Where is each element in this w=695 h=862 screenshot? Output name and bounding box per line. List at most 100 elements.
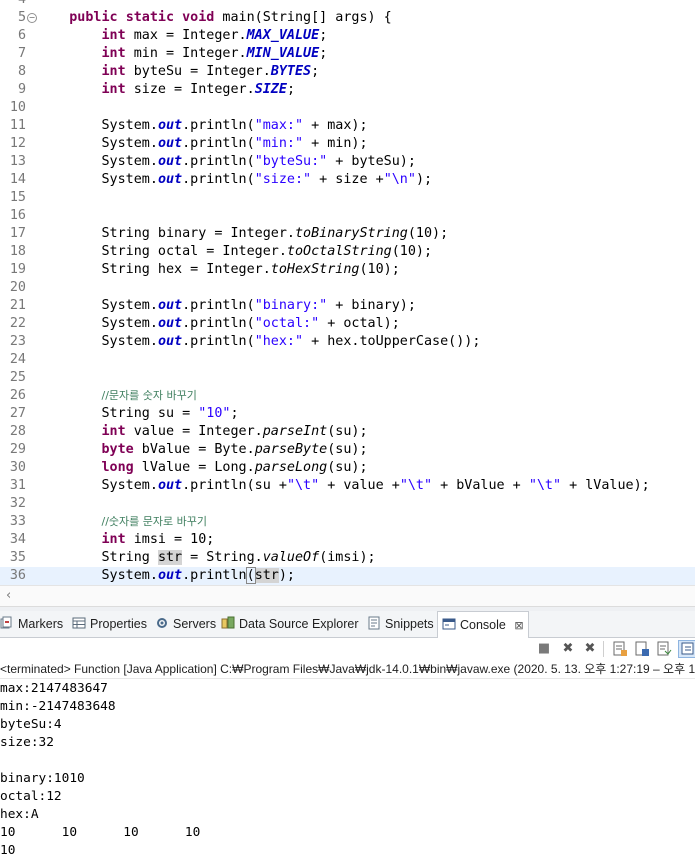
- code-token: .println(: [182, 154, 255, 169]
- horizontal-scrollbar[interactable]: ‹: [0, 585, 695, 606]
- line-number: 22: [9, 316, 26, 331]
- tab-servers[interactable]: Servers: [155, 611, 216, 637]
- code-line[interactable]: 9 int size = Integer.SIZE;: [0, 81, 695, 99]
- code-line[interactable]: 17 String binary = Integer.toBinaryStrin…: [0, 225, 695, 243]
- code-line[interactable]: 6 int max = Integer.MAX_VALUE;: [0, 27, 695, 45]
- console-line: binary:1010: [0, 771, 85, 786]
- code-line[interactable]: 16: [0, 207, 695, 225]
- code-line[interactable]: 21 System.out.println("binary:" + binary…: [0, 297, 695, 315]
- code-line[interactable]: 23 System.out.println("hex:" + hex.toUpp…: [0, 333, 695, 351]
- tab-markers[interactable]: Markers: [0, 611, 63, 637]
- code-line[interactable]: 26 //문자를 숫자 바꾸기: [0, 387, 695, 405]
- code-token: byteSu = Integer.: [125, 64, 271, 79]
- console-line: size:32: [0, 735, 54, 750]
- close-icon[interactable]: ⊠: [514, 619, 523, 632]
- code-line[interactable]: 30 long lValue = Long.parseLong(su);: [0, 459, 695, 477]
- console-icon: [442, 614, 456, 630]
- code-line[interactable]: 7 int min = Integer.MIN_VALUE;: [0, 45, 695, 63]
- code-token: ;: [319, 46, 328, 61]
- code-line[interactable]: 14 System.out.println("size:" + size +"\…: [0, 171, 695, 189]
- code-token: + value +: [319, 478, 400, 493]
- remove-launch-icon[interactable]: ✖: [560, 641, 576, 657]
- remove-all-terminated-icon[interactable]: ✖: [582, 641, 598, 657]
- code-text: byte bValue = Byte.parseByte(su);: [37, 441, 368, 459]
- scroll-lock-icon[interactable]: [634, 641, 650, 657]
- tab-snippets[interactable]: Snippets: [367, 611, 434, 637]
- code-line[interactable]: 25: [0, 369, 695, 387]
- code-line[interactable]: 11 System.out.println("max:" + max);: [0, 117, 695, 135]
- console-output[interactable]: max:2147483647 min:-2147483648 byteSu:4 siz…: [0, 679, 695, 862]
- code-line[interactable]: 15: [0, 189, 695, 207]
- code-text: String su = "10";: [37, 405, 239, 423]
- line-number: 16: [9, 208, 26, 223]
- code-token: "octal:": [254, 316, 320, 331]
- code-line[interactable]: 27 String su = "10";: [0, 405, 695, 423]
- code-token: + binary);: [327, 298, 416, 313]
- code-line[interactable]: 24: [0, 351, 695, 369]
- code-line[interactable]: 28 int value = Integer.parseInt(su);: [0, 423, 695, 441]
- code-line[interactable]: 5− public static void main(String[] args…: [0, 9, 695, 27]
- code-token: MAX_VALUE: [246, 28, 320, 43]
- code-token: out: [157, 136, 183, 151]
- code-token: out: [157, 316, 183, 331]
- word-wrap-icon[interactable]: [656, 641, 672, 657]
- tab-data-source-explorer[interactable]: Data Source Explorer: [221, 611, 359, 637]
- code-token: System.: [37, 172, 158, 187]
- code-token: System.: [37, 154, 158, 169]
- code-token: ;: [230, 406, 239, 421]
- code-token: (10);: [391, 244, 433, 259]
- code-line[interactable]: 20: [0, 279, 695, 297]
- console-line: byteSu:4: [0, 717, 62, 732]
- line-number: 18: [9, 244, 26, 259]
- code-token: .println(: [182, 298, 255, 313]
- code-text: String str = String.valueOf(imsi);: [37, 549, 376, 567]
- code-token: "10": [198, 406, 231, 421]
- code-text: System.out.println("min:" + min);: [37, 135, 367, 153]
- code-line[interactable]: 19 String hex = Integer.toHexString(10);: [0, 261, 695, 279]
- code-token: "min:": [254, 136, 304, 151]
- code-line[interactable]: 12 System.out.println("min:" + min);: [0, 135, 695, 153]
- code-token: void: [182, 10, 215, 25]
- code-line[interactable]: 10: [0, 99, 695, 117]
- code-line[interactable]: 34 int imsi = 10;: [0, 531, 695, 549]
- code-line[interactable]: 22 System.out.println("octal:" + octal);: [0, 315, 695, 333]
- code-line[interactable]: 29 byte bValue = Byte.parseByte(su);: [0, 441, 695, 459]
- terminate-icon[interactable]: ■: [536, 641, 552, 657]
- tab-properties[interactable]: Properties: [72, 611, 147, 637]
- line-number: 15: [9, 190, 26, 205]
- code-line[interactable]: 35 String str = String.valueOf(imsi);: [0, 549, 695, 567]
- code-line[interactable]: 18 String octal = Integer.toOctalString(…: [0, 243, 695, 261]
- code-token: = String.: [182, 550, 263, 565]
- code-token: + bValue +: [432, 478, 529, 493]
- code-token: System.: [37, 118, 158, 133]
- tab-label: Snippets: [385, 617, 434, 631]
- scroll-left-icon[interactable]: ‹: [6, 588, 11, 603]
- code-line[interactable]: 8 int byteSu = Integer.BYTES;: [0, 63, 695, 81]
- code-editor[interactable]: 45− public static void main(String[] arg…: [0, 0, 695, 585]
- code-token: (su);: [327, 442, 368, 457]
- code-line[interactable]: 13 System.out.println("byteSu:" + byteSu…: [0, 153, 695, 171]
- line-number: 29: [9, 442, 26, 457]
- code-text: int value = Integer.parseInt(su);: [37, 423, 368, 441]
- code-token: "size:": [254, 172, 312, 187]
- code-token: (10);: [407, 226, 449, 241]
- code-token: min = Integer.: [125, 46, 247, 61]
- clear-console-icon[interactable]: [612, 641, 628, 657]
- code-line[interactable]: 33 //숫자를 문자로 바꾸기: [0, 513, 695, 531]
- code-line[interactable]: 4: [0, 0, 695, 9]
- code-token: .println(: [182, 172, 255, 187]
- fold-toggle-icon[interactable]: −: [27, 13, 37, 23]
- pin-console-icon[interactable]: [678, 640, 695, 658]
- tab-console[interactable]: Console ⊠: [437, 611, 529, 639]
- code-line[interactable]: 36 System.out.println(str);: [0, 567, 695, 585]
- code-token: + size +: [311, 172, 384, 187]
- code-token: out: [157, 118, 183, 133]
- code-line[interactable]: 32: [0, 495, 695, 513]
- console-line: octal:12: [0, 789, 62, 804]
- code-line[interactable]: 31 System.out.println(su +"\t" + value +…: [0, 477, 695, 495]
- code-text: System.out.println("byteSu:" + byteSu);: [37, 153, 415, 171]
- line-number: 4: [0, 0, 26, 9]
